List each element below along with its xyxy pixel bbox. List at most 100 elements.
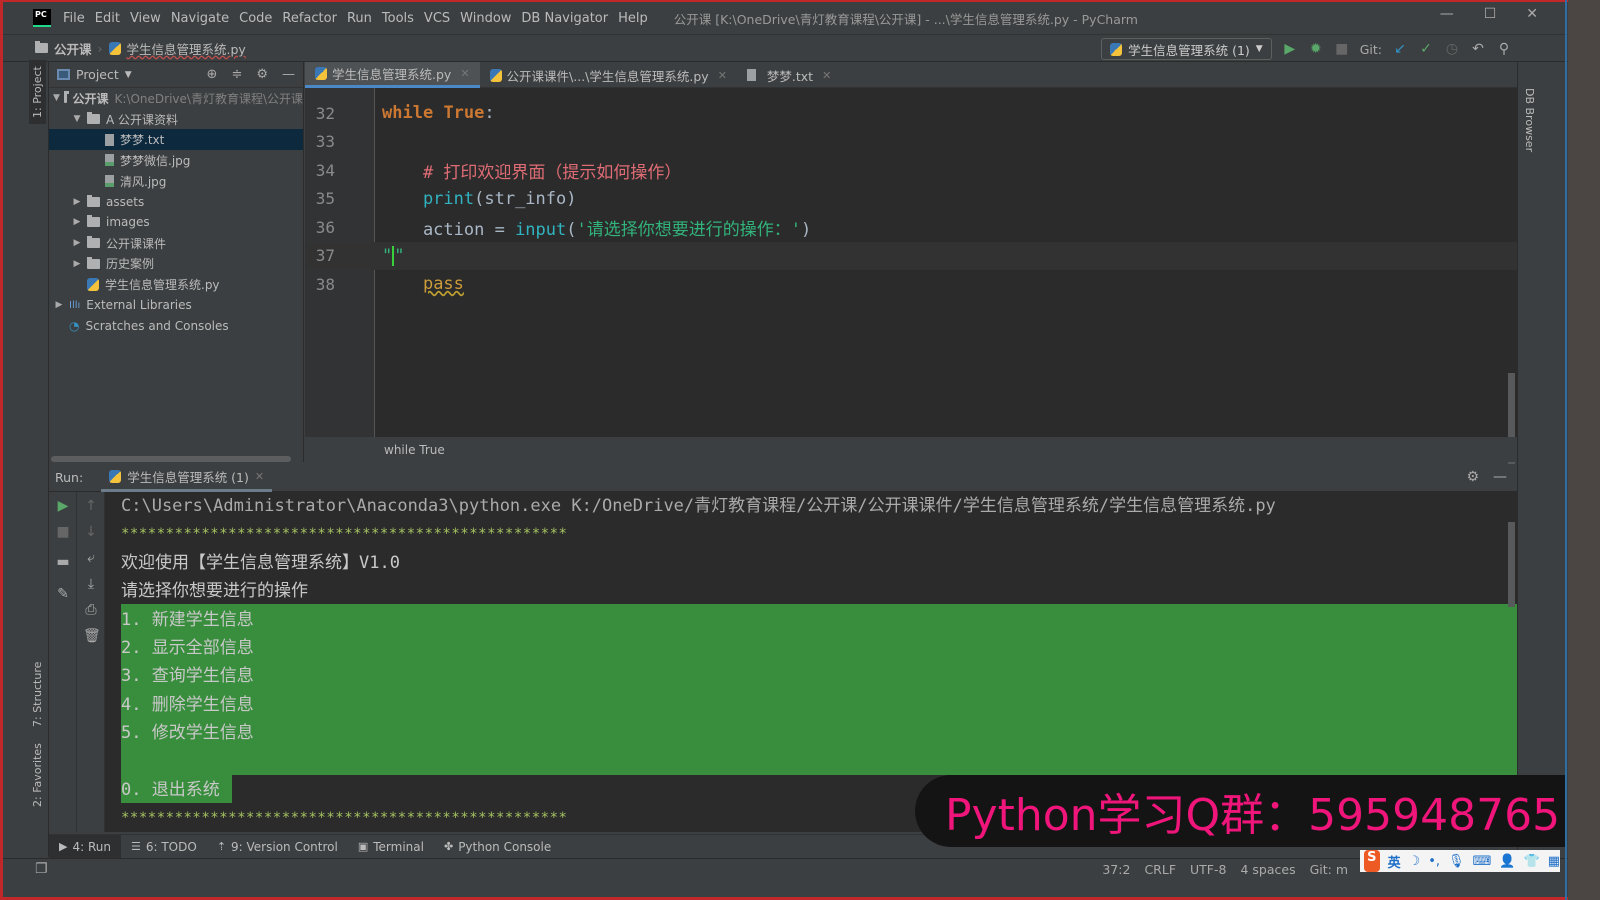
code-line[interactable]: 37 " " [305,241,1517,270]
tree-item[interactable]: ▼ 公开课 K:\OneDrive\青灯教育课程\公开课 [49,88,303,109]
layout-toggle-icon[interactable]: ❐ [35,861,48,877]
git-commit-icon[interactable]: ✓ [1418,41,1434,57]
tool-window-terminal[interactable]: ▣ Terminal [348,835,434,859]
editor-tab[interactable]: 公开课课件\...\学生信息管理系统.py ✕ [480,62,737,88]
pin-icon[interactable]: ✎ [55,586,71,602]
menu-run[interactable]: Run [347,11,372,26]
menu-tools[interactable]: Tools [382,11,414,26]
layout-icon[interactable]: ▬ [55,554,71,570]
favorites-tool-tab[interactable]: 2: Favorites [31,743,44,807]
run-config-dropdown[interactable]: 学生信息管理系统 (1) ▼ [1101,38,1272,60]
up-arrow-icon[interactable]: ↑ [83,498,99,514]
moon-icon[interactable]: ☽ [1409,854,1421,869]
tree-item[interactable]: ▶ images [49,212,303,233]
user-icon[interactable]: 👤 [1499,854,1515,869]
close-tab-icon[interactable]: ✕ [718,69,727,82]
menu-help[interactable]: Help [618,11,648,26]
minimize-button[interactable]: — [1440,6,1454,22]
locate-icon[interactable]: ⊕ [207,67,218,82]
menu-edit[interactable]: Edit [95,11,120,26]
run-icon[interactable]: ▶ [1282,41,1298,57]
close-tab-icon[interactable]: ✕ [255,470,264,483]
code-line[interactable]: 36 action = input('请选择你想要进行的操作：') [305,213,1517,242]
project-view-selector[interactable]: Project [76,67,119,82]
code-line[interactable]: 35 print(str_info) [305,185,1517,214]
tree-item[interactable]: ▶ 历史案例 [49,254,303,275]
menu-vcs[interactable]: VCS [424,11,450,26]
breadcrumb-project[interactable]: 公开课 [54,39,92,58]
tree-item[interactable]: 梦梦.txt [49,129,303,151]
gear-icon[interactable]: ⚙ [256,67,268,82]
code-line[interactable]: 33 [305,128,1517,157]
expanded-arrow-icon[interactable]: ▼ [71,114,83,124]
tool-window-todo[interactable]: ☰ 6: TODO [121,835,207,859]
run-tab[interactable]: 学生信息管理系统 (1) ✕ [101,464,273,492]
editor-tab[interactable]: 梦梦.txt ✕ [737,62,841,88]
menu-navigate[interactable]: Navigate [171,11,229,26]
menu-view[interactable]: View [130,11,161,26]
collapsed-arrow-icon[interactable]: ▶ [53,300,65,310]
menu-db-navigator[interactable]: DB Navigator [521,11,608,26]
rerun-icon[interactable]: ▶ [55,498,71,514]
code-line[interactable]: 38 pass [305,270,1517,299]
menu-file[interactable]: File [63,11,85,26]
collapsed-arrow-icon[interactable]: ▶ [71,259,83,269]
soft-wrap-icon[interactable]: ⤶ [83,550,99,566]
tool-window-run[interactable]: ▶ 4: Run [49,834,121,859]
horizontal-scrollbar[interactable] [51,456,291,462]
breadcrumb-file[interactable]: 学生信息管理系统.py [127,39,246,58]
expanded-arrow-icon[interactable]: ▼ [53,93,60,103]
skin-icon[interactable]: 👕 [1524,854,1540,869]
collapsed-arrow-icon[interactable]: ▶ [71,217,83,227]
editor-tab[interactable]: 学生信息管理系统.py ✕ [305,62,480,88]
caret-position[interactable]: 37:2 [1102,862,1130,877]
grid-icon[interactable]: ▦ [1548,854,1560,869]
git-branch[interactable]: Git: m [1310,862,1348,877]
git-history-icon[interactable]: ◷ [1444,41,1460,57]
code-area[interactable]: 32 while True: 33 34 # 打印欢迎界面（提示如何操作） 35 pri… [305,88,1517,468]
print-icon[interactable]: ⎙ [83,602,99,618]
tree-item[interactable]: ▶ 公开课课件 [49,233,303,254]
tree-item[interactable]: ◔ Scratches and Consoles [49,316,303,337]
file-encoding[interactable]: UTF-8 [1190,862,1226,877]
tree-item[interactable]: ▶ Illı External Libraries [49,295,303,316]
hide-icon[interactable]: — [282,67,295,82]
keyboard-icon[interactable]: ⌨ [1473,854,1492,869]
collapse-all-icon[interactable]: ≑ [231,67,242,82]
project-tool-tab[interactable]: 1: Project [29,60,46,124]
close-tab-icon[interactable]: ✕ [822,69,831,82]
close-tab-icon[interactable]: ✕ [460,67,469,80]
ime-language[interactable]: 英 [1388,852,1401,871]
structure-tool-tab[interactable]: 7: Structure [31,662,44,727]
tree-item[interactable]: ▶ assets [49,191,303,212]
indent-setting[interactable]: 4 spaces [1240,862,1295,877]
tree-item[interactable]: 学生信息管理系统.py [49,274,303,295]
maximize-button[interactable]: ☐ [1484,6,1497,22]
tree-item[interactable]: ▼ A 公开课资料 [49,109,303,130]
git-update-icon[interactable]: ↙ [1392,41,1408,57]
chevron-down-icon[interactable]: ▼ [125,70,132,80]
menu-window[interactable]: Window [460,11,511,26]
stop-icon[interactable]: ■ [55,524,71,540]
punctuation-icon[interactable]: •, [1428,854,1440,869]
search-icon[interactable]: ⚲ [1496,41,1512,57]
tool-window-python-console[interactable]: ✤ Python Console [434,835,561,859]
line-separator[interactable]: CRLF [1144,862,1176,877]
code-line[interactable]: 32 while True: [305,99,1517,128]
down-arrow-icon[interactable]: ↓ [83,524,99,540]
gear-icon[interactable]: ⚙ [1466,469,1479,485]
tree-item[interactable]: 梦梦微信.jpg [49,150,303,171]
tree-item[interactable]: 清风.jpg [49,171,303,192]
menu-code[interactable]: Code [239,11,272,26]
hide-icon[interactable]: — [1493,469,1507,485]
stop-icon[interactable]: ■ [1334,41,1350,57]
db-browser-tab[interactable]: DB Browser [1523,88,1536,152]
scroll-to-end-icon[interactable]: ⤓ [83,576,99,592]
close-button[interactable]: ✕ [1526,6,1538,22]
collapsed-arrow-icon[interactable]: ▶ [71,197,83,207]
code-line[interactable]: 34 # 打印欢迎界面（提示如何操作） [305,156,1517,185]
mic-icon[interactable]: 🎙 [1448,854,1465,869]
tool-window-version-control[interactable]: ⇡ 9: Version Control [207,835,348,859]
code-breadcrumb[interactable]: while True [305,437,1517,462]
collapsed-arrow-icon[interactable]: ▶ [71,238,83,248]
